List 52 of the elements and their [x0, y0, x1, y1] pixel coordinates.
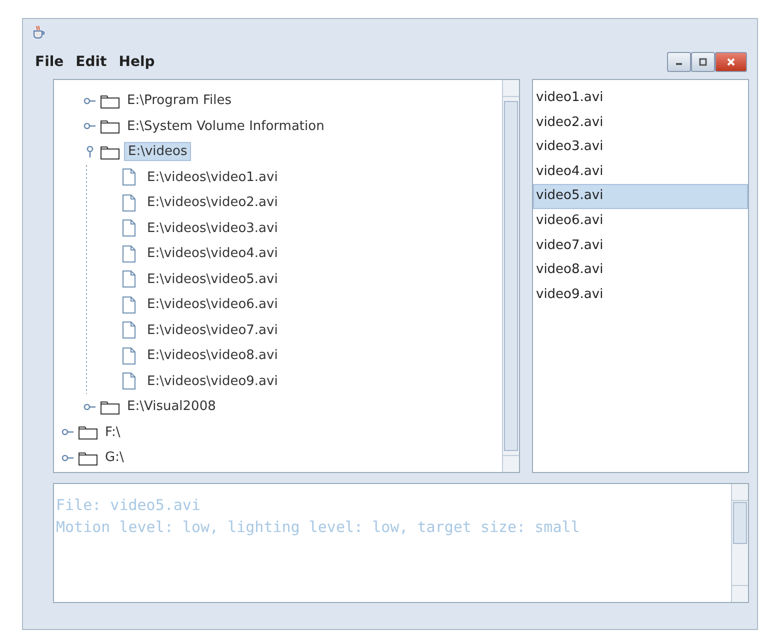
list-item[interactable]: video1.avi [533, 86, 748, 111]
folder-icon [78, 424, 98, 440]
list-item[interactable]: video3.avi [533, 135, 748, 160]
tree-node[interactable]: E:\videos\video4.avi [144, 245, 281, 262]
tree-node[interactable]: E:\System Volume Information [124, 118, 328, 135]
folder-icon [78, 450, 98, 466]
tree-node[interactable]: E:\videos\video6.avi [144, 296, 281, 314]
list-item[interactable]: video6.avi [533, 208, 748, 234]
file-icon [122, 244, 136, 263]
info-line: Motion level: low, lighting level: low, target size: small [56, 517, 581, 538]
list-item[interactable]: video8.avi [533, 258, 748, 283]
tree-node[interactable]: E:\videos [124, 142, 192, 162]
folder-icon [100, 92, 120, 109]
tree-node[interactable]: E:\Visual2008 [124, 398, 219, 416]
tree-node[interactable]: E:\videos\video8.avi [144, 347, 281, 364]
maximize-button[interactable] [691, 52, 715, 72]
file-icon [122, 270, 136, 288]
tree-node[interactable]: F:\ [102, 424, 124, 441]
list-item[interactable]: video4.avi [533, 160, 748, 184]
folder-icon [100, 144, 120, 160]
close-icon [726, 57, 736, 67]
file-icon [122, 168, 136, 186]
scrollbar[interactable] [502, 80, 519, 472]
tree-node[interactable]: E:\videos\video1.avi [144, 168, 281, 186]
close-button[interactable] [715, 52, 747, 72]
tree-node[interactable]: E:\videos\video9.avi [144, 372, 281, 390]
menu-item[interactable]: Help [118, 54, 155, 70]
maximize-icon [698, 57, 708, 67]
file-icon [122, 346, 136, 365]
file-icon [122, 321, 136, 340]
tree-node[interactable]: G:\ [102, 449, 127, 466]
minimize-button[interactable] [667, 52, 691, 72]
file-icon [122, 296, 136, 314]
tree-node[interactable]: E:\videos\video3.avi [144, 220, 281, 237]
tree-node[interactable]: E:\videos\video5.avi [144, 270, 281, 288]
coffee-cup-icon [31, 24, 47, 40]
folder-icon [100, 398, 120, 415]
tree-node[interactable]: E:\videos\video7.avi [144, 322, 281, 339]
file-icon [122, 372, 136, 390]
list-item[interactable]: video9.avi [533, 282, 748, 308]
list-item[interactable]: video2.avi [533, 110, 748, 136]
file-icon [122, 194, 136, 212]
file-icon [122, 219, 136, 238]
tree-node[interactable]: E:\Program Files [124, 92, 234, 110]
menu-item[interactable]: File [35, 54, 64, 70]
scrollbar[interactable] [731, 484, 748, 602]
list-item[interactable]: video5.avi [533, 184, 748, 209]
tree-node[interactable]: E:\videos\video2.avi [144, 194, 281, 212]
menu-item[interactable]: Edit [76, 54, 107, 70]
folder-icon [100, 118, 120, 134]
list-item[interactable]: video7.avi [533, 234, 748, 258]
info-line: File: video5.avi [56, 495, 202, 516]
